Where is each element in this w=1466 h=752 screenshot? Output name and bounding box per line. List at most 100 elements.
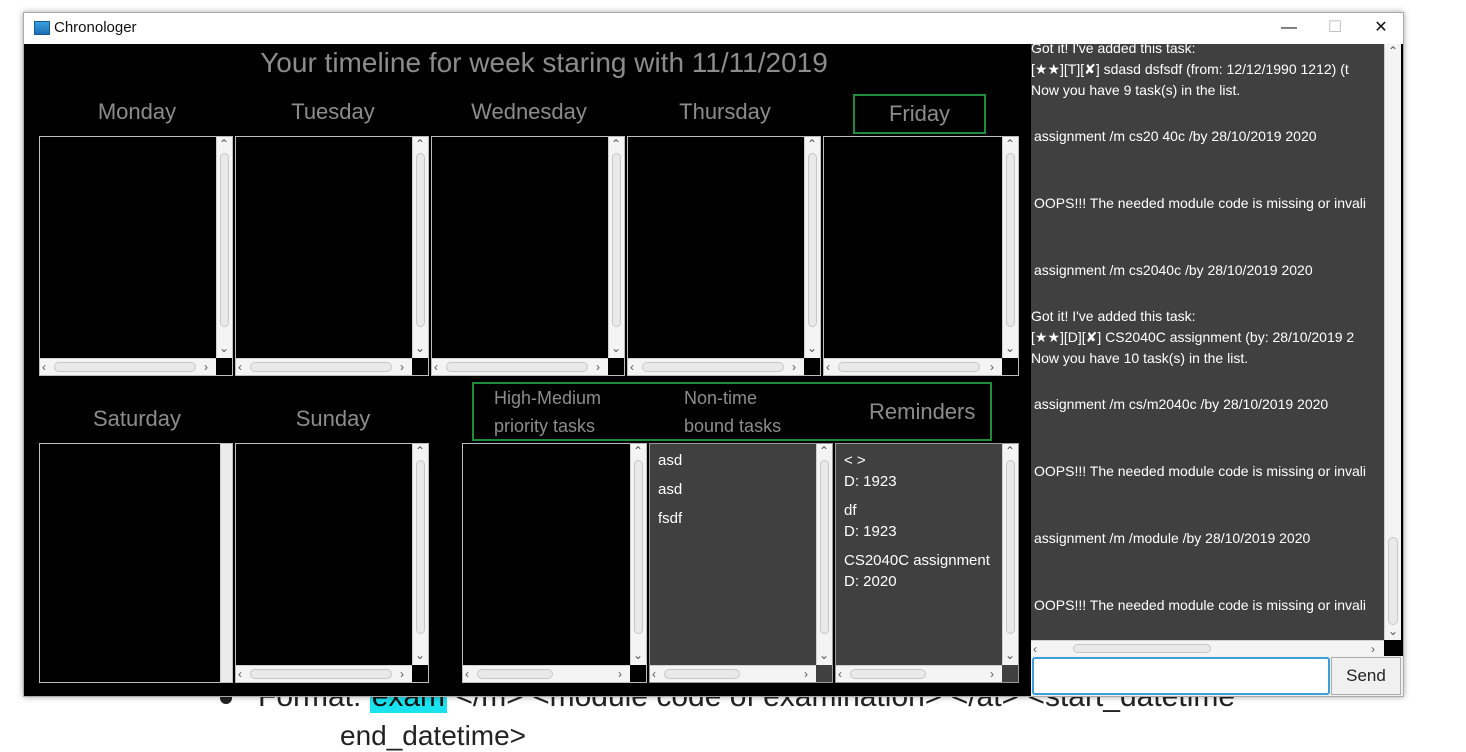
vertical-scrollbar[interactable]: ⌃ ⌄: [412, 137, 428, 358]
priority-task-list[interactable]: ⌃ ⌄ ‹ ›: [462, 443, 647, 683]
chevron-up-icon[interactable]: ⌃: [611, 137, 621, 151]
command-input[interactable]: [1032, 657, 1330, 695]
maximize-button[interactable]: ☐: [1312, 13, 1358, 44]
horizontal-scrollbar[interactable]: ‹ ›: [628, 358, 804, 375]
chevron-left-icon[interactable]: ‹: [238, 667, 242, 681]
chevron-up-icon[interactable]: ⌃: [415, 444, 425, 458]
list-item[interactable]: asd: [650, 479, 682, 500]
chevron-down-icon[interactable]: ⌄: [633, 648, 643, 662]
scroll-thumb[interactable]: [1006, 460, 1015, 634]
horizontal-scrollbar[interactable]: ‹ ›: [432, 358, 608, 375]
vertical-scrollbar[interactable]: ⌃ ⌄: [630, 444, 646, 665]
vertical-scrollbar[interactable]: ⌃ ⌄: [216, 137, 232, 358]
chevron-down-icon[interactable]: ⌄: [807, 341, 817, 355]
chevron-right-icon[interactable]: ›: [596, 360, 600, 374]
chevron-left-icon[interactable]: ‹: [630, 360, 634, 374]
chevron-right-icon[interactable]: ›: [990, 667, 994, 681]
vertical-scrollbar[interactable]: ⌃ ⌄: [816, 444, 832, 665]
chevron-right-icon[interactable]: ›: [792, 360, 796, 374]
horizontal-scrollbar[interactable]: ‹ ›: [463, 665, 630, 682]
chevron-left-icon[interactable]: ‹: [826, 360, 830, 374]
saturday-task-list[interactable]: [39, 443, 233, 683]
chevron-up-icon[interactable]: ⌃: [633, 444, 643, 458]
chevron-left-icon[interactable]: ‹: [838, 667, 842, 681]
scroll-thumb[interactable]: [416, 460, 425, 634]
chevron-left-icon[interactable]: ‹: [652, 667, 656, 681]
horizontal-scrollbar[interactable]: ‹ ›: [836, 665, 1002, 682]
chevron-up-icon[interactable]: ⌃: [819, 444, 829, 458]
scroll-thumb[interactable]: [808, 153, 817, 327]
vertical-scrollbar[interactable]: ⌃ ⌄: [804, 137, 820, 358]
chevron-down-icon[interactable]: ⌄: [415, 341, 425, 355]
thursday-task-list[interactable]: ⌃ ⌄ ‹ ›: [627, 136, 821, 376]
horizontal-scrollbar[interactable]: ‹ ›: [236, 358, 412, 375]
scroll-thumb[interactable]: [612, 153, 621, 327]
chevron-up-icon[interactable]: ⌃: [1005, 137, 1015, 151]
chevron-right-icon[interactable]: ›: [204, 360, 208, 374]
wednesday-task-list[interactable]: ⌃ ⌄ ‹ ›: [431, 136, 625, 376]
vertical-scrollbar[interactable]: [220, 444, 232, 682]
chevron-down-icon[interactable]: ⌄: [1005, 341, 1015, 355]
chevron-down-icon[interactable]: ⌄: [219, 341, 229, 355]
chevron-up-icon[interactable]: ⌃: [807, 137, 817, 151]
chevron-right-icon[interactable]: ›: [400, 667, 404, 681]
scroll-thumb[interactable]: [634, 460, 643, 634]
chevron-left-icon[interactable]: ‹: [465, 667, 469, 681]
list-item[interactable]: fsdf: [650, 508, 682, 529]
chevron-left-icon[interactable]: ‹: [238, 360, 242, 374]
scroll-thumb[interactable]: [642, 362, 784, 372]
chevron-up-icon[interactable]: ⌃: [415, 137, 425, 151]
scroll-thumb[interactable]: [54, 362, 196, 372]
chevron-right-icon[interactable]: ›: [990, 360, 994, 374]
scroll-thumb[interactable]: [220, 153, 229, 327]
vertical-scrollbar[interactable]: ⌃ ⌄: [1002, 137, 1018, 358]
chevron-down-icon[interactable]: ⌄: [1388, 624, 1398, 638]
reminder-item[interactable]: < > D: 1923: [836, 450, 897, 492]
chevron-right-icon[interactable]: ›: [400, 360, 404, 374]
chevron-down-icon[interactable]: ⌄: [611, 341, 621, 355]
horizontal-scrollbar[interactable]: ‹ ›: [650, 665, 816, 682]
scroll-thumb[interactable]: [446, 362, 588, 372]
close-button[interactable]: ✕: [1358, 13, 1403, 44]
vertical-scrollbar[interactable]: ⌃ ⌄: [412, 444, 428, 665]
scroll-thumb[interactable]: [664, 669, 740, 679]
scroll-thumb[interactable]: [850, 669, 926, 679]
chevron-right-icon[interactable]: ›: [804, 667, 808, 681]
horizontal-scrollbar[interactable]: ‹ ›: [236, 665, 412, 682]
scroll-thumb[interactable]: [1388, 537, 1398, 625]
chevron-up-icon[interactable]: ⌃: [1005, 444, 1015, 458]
monday-task-list[interactable]: ⌃ ⌄ ‹ ›: [39, 136, 233, 376]
friday-task-list[interactable]: ⌃ ⌄ ‹ ›: [823, 136, 1019, 376]
scroll-thumb[interactable]: [1073, 644, 1211, 653]
chevron-down-icon[interactable]: ⌄: [819, 648, 829, 662]
scroll-thumb[interactable]: [250, 362, 392, 372]
sunday-task-list[interactable]: ⌃ ⌄ ‹ ›: [235, 443, 429, 683]
reminder-item[interactable]: CS2040C assignment D: 2020: [836, 550, 990, 592]
vertical-scrollbar[interactable]: ⌃ ⌄: [1002, 444, 1018, 665]
chevron-up-icon[interactable]: ⌃: [219, 137, 229, 151]
scroll-thumb[interactable]: [477, 669, 553, 679]
list-item[interactable]: asd: [650, 450, 682, 471]
scroll-thumb[interactable]: [838, 362, 980, 372]
chevron-left-icon[interactable]: ‹: [42, 360, 46, 374]
chevron-left-icon[interactable]: ‹: [434, 360, 438, 374]
chevron-right-icon[interactable]: ›: [618, 667, 622, 681]
scroll-thumb[interactable]: [416, 153, 425, 327]
vertical-scrollbar[interactable]: ⌃ ⌄: [608, 137, 624, 358]
scroll-thumb[interactable]: [1006, 153, 1015, 327]
chat-vertical-scrollbar[interactable]: ⌃ ⌄: [1384, 44, 1401, 640]
minimize-button[interactable]: —: [1266, 13, 1312, 44]
chat-log[interactable]: Got it! I've added this task: [★★][T][✘]…: [1031, 44, 1384, 640]
reminders-list[interactable]: < > D: 1923 df D: 1923 CS2040C assignmen…: [835, 443, 1019, 683]
reminder-item[interactable]: df D: 1923: [836, 500, 897, 542]
chevron-left-icon[interactable]: ‹: [1033, 642, 1037, 656]
chevron-right-icon[interactable]: ›: [1371, 642, 1375, 656]
send-button[interactable]: Send: [1331, 657, 1401, 695]
chevron-down-icon[interactable]: ⌄: [415, 648, 425, 662]
nontime-task-list[interactable]: asd asd fsdf ⌃ ⌄ ‹ ›: [649, 443, 833, 683]
chevron-up-icon[interactable]: ⌃: [1388, 44, 1398, 58]
horizontal-scrollbar[interactable]: ‹ ›: [40, 358, 216, 375]
chat-horizontal-scrollbar[interactable]: ‹ ›: [1031, 640, 1384, 656]
scroll-thumb[interactable]: [250, 669, 392, 679]
tuesday-task-list[interactable]: ⌃ ⌄ ‹ ›: [235, 136, 429, 376]
